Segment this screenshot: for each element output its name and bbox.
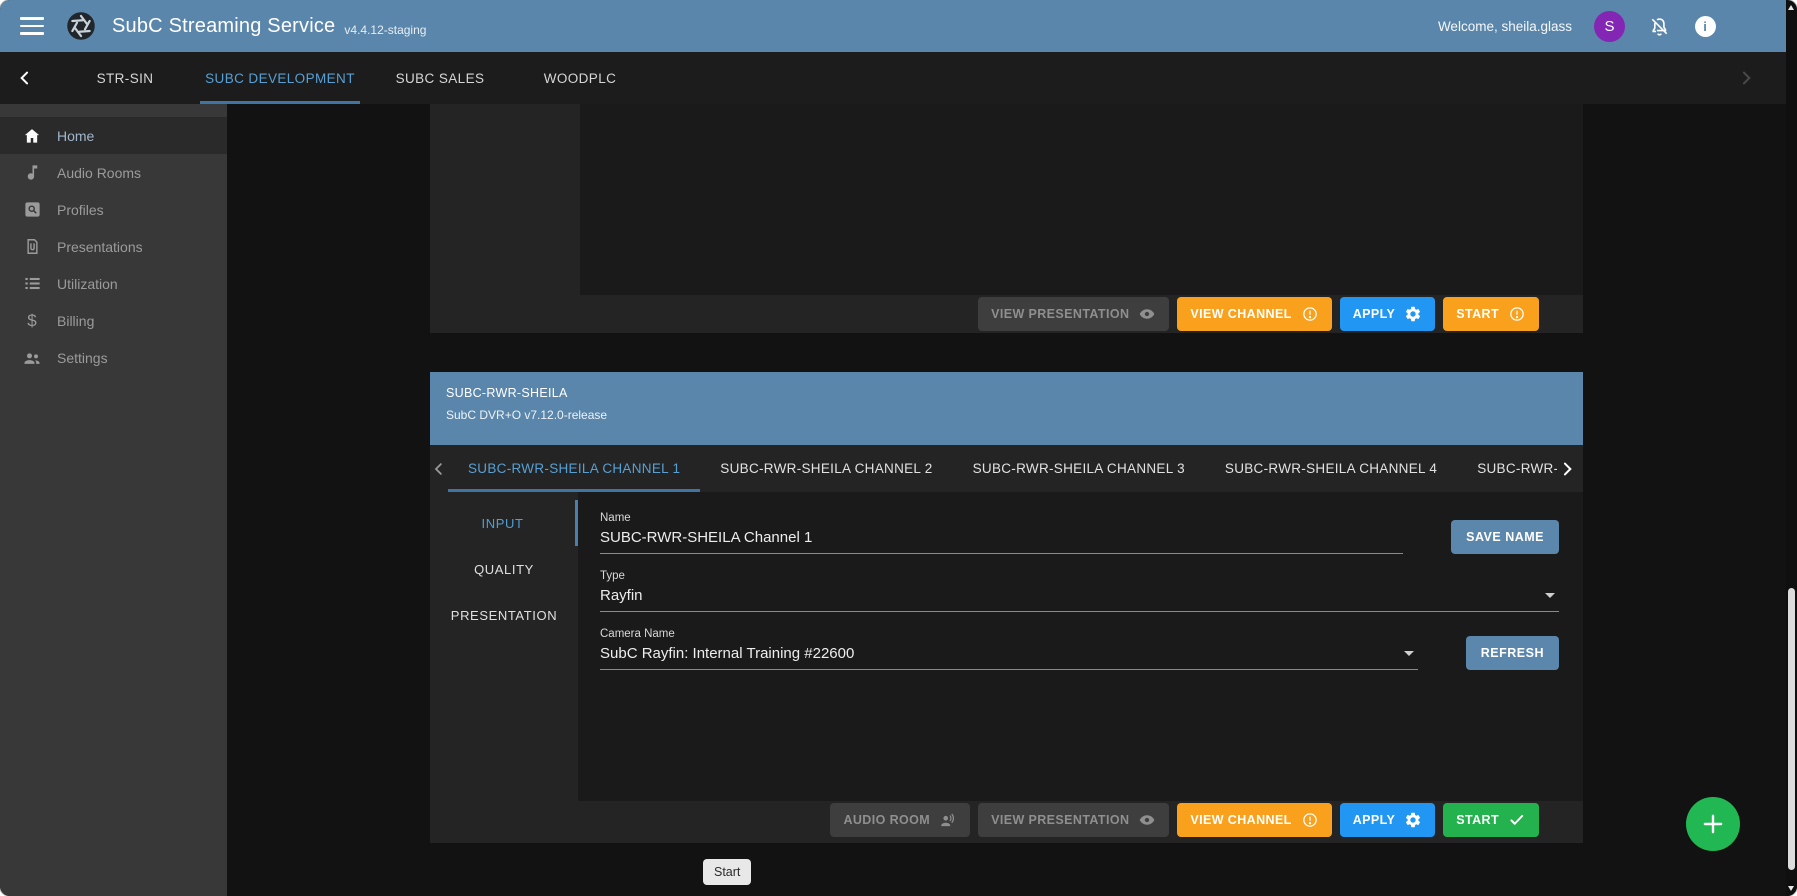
eye-icon xyxy=(1138,305,1156,323)
name-input[interactable]: SUBC-RWR-SHEILA Channel 1 xyxy=(600,529,1403,554)
device-version: SubC DVR+O v7.12.0-release xyxy=(446,408,1567,422)
tab-quality[interactable]: QUALITY xyxy=(430,546,578,592)
channel-tab-bar: SUBC-RWR-SHEILA CHANNEL 1 SUBC-RWR-SHEIL… xyxy=(430,445,1583,492)
app-window: SubC Streaming Service v4.4.12-staging W… xyxy=(0,0,1797,896)
check-icon xyxy=(1508,811,1526,829)
channel-tab-4[interactable]: SUBC-RWR-SHEILA CHANNEL 4 xyxy=(1205,445,1457,492)
name-label: Name xyxy=(600,512,1403,524)
sidebar-item-utilization[interactable]: Utilization xyxy=(0,265,227,302)
view-channel-button[interactable]: VIEW CHANNEL xyxy=(1177,803,1331,837)
people-icon xyxy=(22,348,42,368)
type-label: Type xyxy=(600,570,1559,582)
list-icon xyxy=(22,274,42,294)
dollar-icon: $ xyxy=(22,311,42,331)
info-icon[interactable]: i xyxy=(1693,14,1717,38)
scroll-down-icon[interactable] xyxy=(1788,886,1794,891)
channel-tab-5[interactable]: SUBC-RWR-SHEILA CHAN xyxy=(1457,445,1557,492)
music-note-icon xyxy=(22,163,42,183)
camera-select[interactable]: SubC Rayfin: Internal Training #22600 xyxy=(600,645,1418,670)
section-tabs: INPUT QUALITY PRESENTATION xyxy=(430,492,578,801)
aperture-logo-icon xyxy=(66,11,96,41)
org-tab-subc-development[interactable]: SUBC DEVELOPMENT xyxy=(200,52,360,104)
org-tabs-forward-icon[interactable] xyxy=(1721,52,1771,104)
channel-card-header: SUBC-RWR-SHEILA SubC DVR+O v7.12.0-relea… xyxy=(430,372,1583,445)
apply-button[interactable]: APPLY xyxy=(1340,803,1436,837)
add-channel-fab[interactable] xyxy=(1686,797,1740,851)
menu-icon[interactable] xyxy=(20,17,44,35)
sidebar-item-presentations[interactable]: Presentations xyxy=(0,228,227,265)
welcome-text: Welcome, sheila.glass xyxy=(1438,19,1572,34)
channel-tab-1[interactable]: SUBC-RWR-SHEILA CHANNEL 1 xyxy=(448,445,700,492)
sidebar-item-home[interactable]: Home xyxy=(0,117,227,154)
avatar[interactable]: S xyxy=(1594,11,1625,42)
app-title: SubC Streaming Service xyxy=(112,15,335,38)
app-version: v4.4.12-staging xyxy=(344,16,426,37)
gear-icon xyxy=(1404,305,1422,323)
voice-over-icon xyxy=(939,811,957,829)
sidebar-item-settings[interactable]: Settings xyxy=(0,339,227,376)
gear-icon xyxy=(1404,811,1422,829)
chevron-down-icon xyxy=(1404,651,1414,656)
view-presentation-button[interactable]: VIEW PRESENTATION xyxy=(978,803,1169,837)
channel-card-top: VIEW PRESENTATION VIEW CHANNEL APPLY xyxy=(430,104,1583,333)
eye-icon xyxy=(1138,811,1156,829)
sidebar-item-billing[interactable]: $ Billing xyxy=(0,302,227,339)
app-bar: SubC Streaming Service v4.4.12-staging W… xyxy=(0,0,1797,52)
org-tab-str-sin[interactable]: STR-SIN xyxy=(70,52,180,104)
org-tab-woodplc[interactable]: WOODPLC xyxy=(520,52,640,104)
scroll-up-icon[interactable] xyxy=(1788,5,1794,10)
channel-tab-2[interactable]: SUBC-RWR-SHEILA CHANNEL 2 xyxy=(700,445,952,492)
start-button[interactable]: START xyxy=(1443,803,1539,837)
top-card-footer: VIEW PRESENTATION VIEW CHANNEL APPLY xyxy=(430,295,1583,333)
image-search-icon xyxy=(22,200,42,220)
channel-card-footer: AUDIO ROOM VIEW PRESENTATION VIEW CHANNE… xyxy=(430,801,1583,839)
attachment-icon xyxy=(22,237,42,257)
org-tab-subc-sales[interactable]: SUBC SALES xyxy=(380,52,500,104)
type-select[interactable]: Rayfin xyxy=(600,587,1559,612)
device-name: SUBC-RWR-SHEILA xyxy=(446,386,1567,400)
sidebar-item-profiles[interactable]: Profiles xyxy=(0,191,227,228)
channel-tabs-forward-icon[interactable] xyxy=(1557,445,1577,492)
organization-tab-bar: STR-SIN SUBC DEVELOPMENT SUBC SALES WOOD… xyxy=(0,52,1797,104)
apply-button[interactable]: APPLY xyxy=(1340,297,1436,331)
main-content: VIEW PRESENTATION VIEW CHANNEL APPLY xyxy=(227,104,1797,896)
refresh-button[interactable]: REFRESH xyxy=(1466,636,1559,670)
sidebar-item-audio-rooms[interactable]: Audio Rooms xyxy=(0,154,227,191)
chevron-down-icon xyxy=(1545,593,1555,598)
vertical-scrollbar xyxy=(1786,0,1797,896)
camera-name-label: Camera Name xyxy=(600,628,1418,640)
view-channel-button[interactable]: VIEW CHANNEL xyxy=(1177,297,1331,331)
channel-tabs-back-icon[interactable] xyxy=(430,445,448,492)
start-tooltip: Start xyxy=(703,859,751,885)
channel-card: SUBC-RWR-SHEILA SubC DVR+O v7.12.0-relea… xyxy=(430,372,1583,843)
save-name-button[interactable]: SAVE NAME xyxy=(1451,520,1559,554)
plus-icon xyxy=(1700,811,1726,837)
tab-input[interactable]: INPUT xyxy=(430,500,578,546)
alert-icon xyxy=(1301,811,1319,829)
tab-presentation[interactable]: PRESENTATION xyxy=(430,592,578,638)
scrollbar-thumb[interactable] xyxy=(1788,588,1795,870)
alert-icon xyxy=(1301,305,1319,323)
start-button[interactable]: START xyxy=(1443,297,1539,331)
view-presentation-button[interactable]: VIEW PRESENTATION xyxy=(978,297,1169,331)
input-panel: Name SUBC-RWR-SHEILA Channel 1 SAVE NAME… xyxy=(578,492,1583,801)
sidebar: Home Audio Rooms Profiles Presentations xyxy=(0,104,227,896)
channel-tab-3[interactable]: SUBC-RWR-SHEILA CHANNEL 3 xyxy=(953,445,1205,492)
home-icon xyxy=(22,126,42,146)
org-tabs-back-icon[interactable] xyxy=(0,52,50,104)
audio-room-button[interactable]: AUDIO ROOM xyxy=(830,803,970,837)
notifications-off-icon[interactable] xyxy=(1647,14,1671,38)
alert-icon xyxy=(1508,305,1526,323)
